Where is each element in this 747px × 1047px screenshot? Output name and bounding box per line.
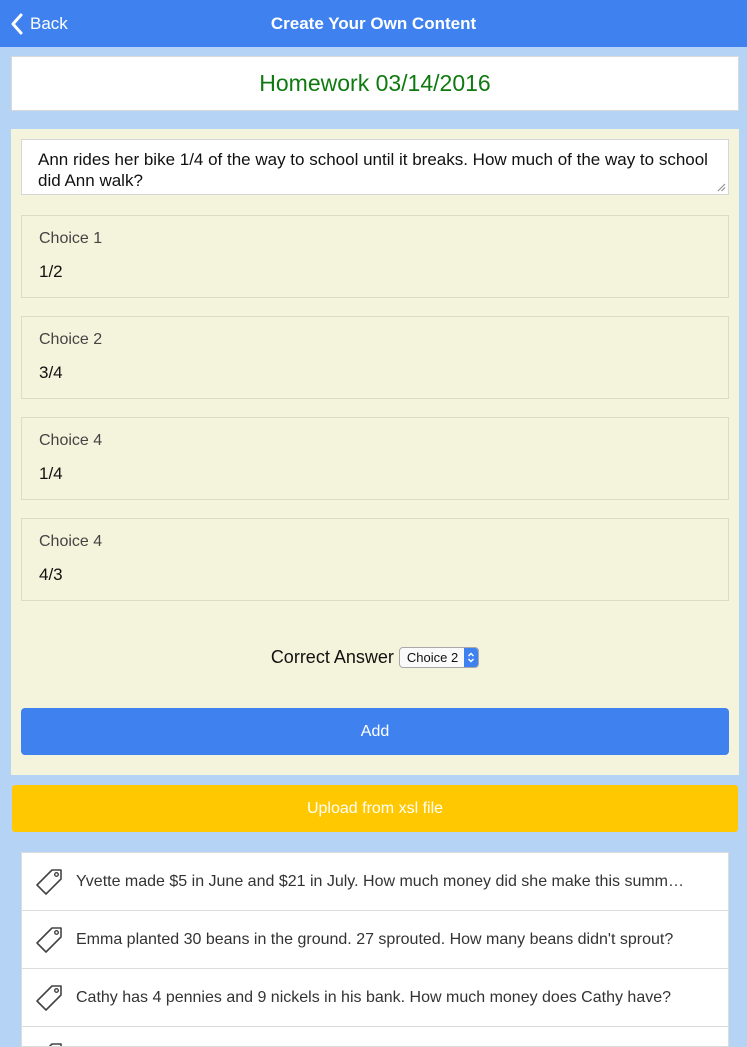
choice-4-field[interactable]: Choice 4 4/3 — [21, 518, 729, 601]
choice-label: Choice 4 — [39, 432, 103, 449]
correct-answer-row: Correct Answer Choice 2 — [11, 645, 739, 669]
back-button[interactable]: Back — [10, 0, 68, 47]
homework-title: Homework 03/14/2016 — [259, 70, 491, 96]
choice-2-field[interactable]: Choice 2 3/4 — [21, 316, 729, 399]
choice-1-field[interactable]: Choice 1 1/2 — [21, 215, 729, 298]
tag-icon — [36, 984, 62, 1011]
tag-icon — [36, 926, 62, 953]
choice-value: 1/2 — [39, 262, 63, 281]
resize-grip-icon[interactable] — [717, 183, 726, 192]
upload-xsl-button[interactable]: Upload from xsl file — [12, 785, 738, 832]
question-text: Ann rides her bike 1/4 of the way to sch… — [38, 150, 708, 190]
list-item-text: Yvette made $5 in June and $21 in July. … — [76, 872, 686, 890]
page-title: Create Your Own Content — [270, 14, 477, 33]
correct-answer-value: Choice 2 — [406, 649, 459, 665]
content-list: Yvette made $5 in June and $21 in July. … — [21, 852, 729, 1047]
list-item[interactable]: Emma planted 30 beans in the ground. 27 … — [22, 911, 728, 969]
choice-value: 4/3 — [39, 565, 63, 584]
tag-icon — [48, 1042, 62, 1046]
choice-value: 3/4 — [39, 363, 63, 382]
list-item-text: Emma planted 30 beans in the ground. 27 … — [76, 930, 674, 948]
question-form: Ann rides her bike 1/4 of the way to sch… — [11, 129, 739, 775]
choice-value: 1/4 — [39, 464, 63, 483]
correct-answer-select[interactable]: Choice 2 — [398, 646, 480, 668]
add-button[interactable]: Add — [21, 708, 729, 755]
question-textarea[interactable]: Ann rides her bike 1/4 of the way to sch… — [21, 139, 729, 195]
choice-label: Choice 2 — [39, 331, 103, 348]
choice-label: Choice 1 — [39, 230, 103, 247]
chevron-left-icon — [11, 13, 23, 34]
list-item[interactable]: Yvette made $5 in June and $21 in July. … — [22, 853, 728, 911]
homework-header: Homework 03/14/2016 — [11, 56, 739, 111]
list-item[interactable] — [22, 1027, 728, 1046]
list-item[interactable]: Cathy has 4 pennies and 9 nickels in his… — [22, 969, 728, 1027]
back-button-label: Back — [30, 13, 68, 33]
navbar: Back Create Your Own Content — [0, 0, 747, 47]
choice-label: Choice 4 — [39, 533, 103, 550]
correct-answer-label: Correct Answer — [270, 646, 394, 667]
choice-3-field[interactable]: Choice 4 1/4 — [21, 417, 729, 500]
tag-icon — [36, 868, 62, 895]
list-item-text: Cathy has 4 pennies and 9 nickels in his… — [76, 988, 672, 1006]
select-arrows-icon — [464, 647, 479, 667]
